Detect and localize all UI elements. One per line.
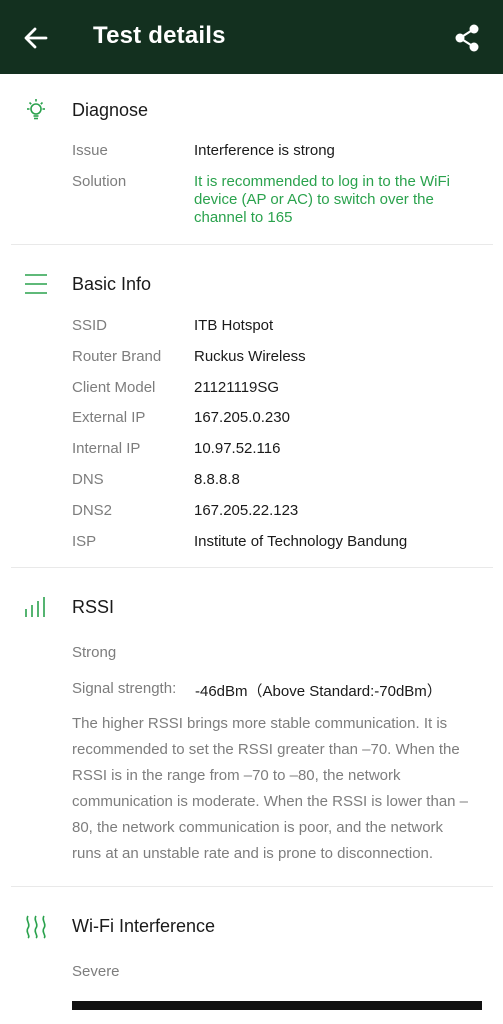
- diagnose-section: Diagnose Issue Interference is strong So…: [0, 0, 503, 245]
- wifi-interference-title: Wi-Fi Interference: [72, 916, 216, 936]
- info-label: ISP: [72, 533, 97, 550]
- info-value: 21121119SG: [194, 379, 280, 396]
- menu-lines-icon: [25, 274, 47, 294]
- signal-strength-value: -46dBm（Above Standard:-70dBm）: [195, 683, 442, 700]
- rssi-description: The higher RSSI brings more stable commu…: [72, 715, 469, 862]
- info-label: DNS: [72, 471, 104, 488]
- diagnose-title: Diagnose: [72, 100, 149, 120]
- info-value: Ruckus Wireless: [194, 348, 306, 365]
- info-value: 167.205.0.230: [194, 409, 290, 426]
- info-label: Internal IP: [72, 440, 141, 457]
- lightbulb-icon: [27, 99, 45, 120]
- solution-label: Solution: [72, 173, 127, 190]
- info-label: Client Model: [72, 379, 156, 396]
- info-value: Institute of Technology Bandung: [194, 533, 408, 550]
- signal-bars-icon: [25, 597, 45, 617]
- info-value: 10.97.52.116: [194, 440, 281, 457]
- issue-value: Interference is strong: [194, 142, 335, 159]
- solution-value: It is recommended to log in to the WiFi …: [194, 173, 450, 226]
- info-label: SSID: [72, 317, 108, 334]
- info-label: External IP: [72, 409, 146, 426]
- rssi-section: RSSI Strong Signal strength: -46dBm（Abov…: [0, 568, 503, 886]
- signal-strength-label: Signal strength:: [72, 680, 177, 697]
- info-label: DNS2: [72, 502, 113, 519]
- interference-level-bar: [72, 1001, 482, 1010]
- info-value: ITB Hotspot: [194, 317, 274, 334]
- info-value: 167.205.22.123: [194, 502, 299, 519]
- rssi-title: RSSI: [72, 597, 115, 617]
- rssi-status: Strong: [72, 644, 117, 661]
- info-label: Router Brand: [72, 348, 162, 365]
- issue-label: Issue: [72, 142, 108, 159]
- basic-info-section: Basic Info SSID ITB Hotspot Router Brand…: [0, 245, 503, 567]
- info-value: 8.8.8.8: [194, 471, 240, 488]
- interference-status: Severe: [72, 963, 120, 980]
- basic-info-title: Basic Info: [72, 274, 152, 294]
- interference-waves-icon: [26, 915, 46, 939]
